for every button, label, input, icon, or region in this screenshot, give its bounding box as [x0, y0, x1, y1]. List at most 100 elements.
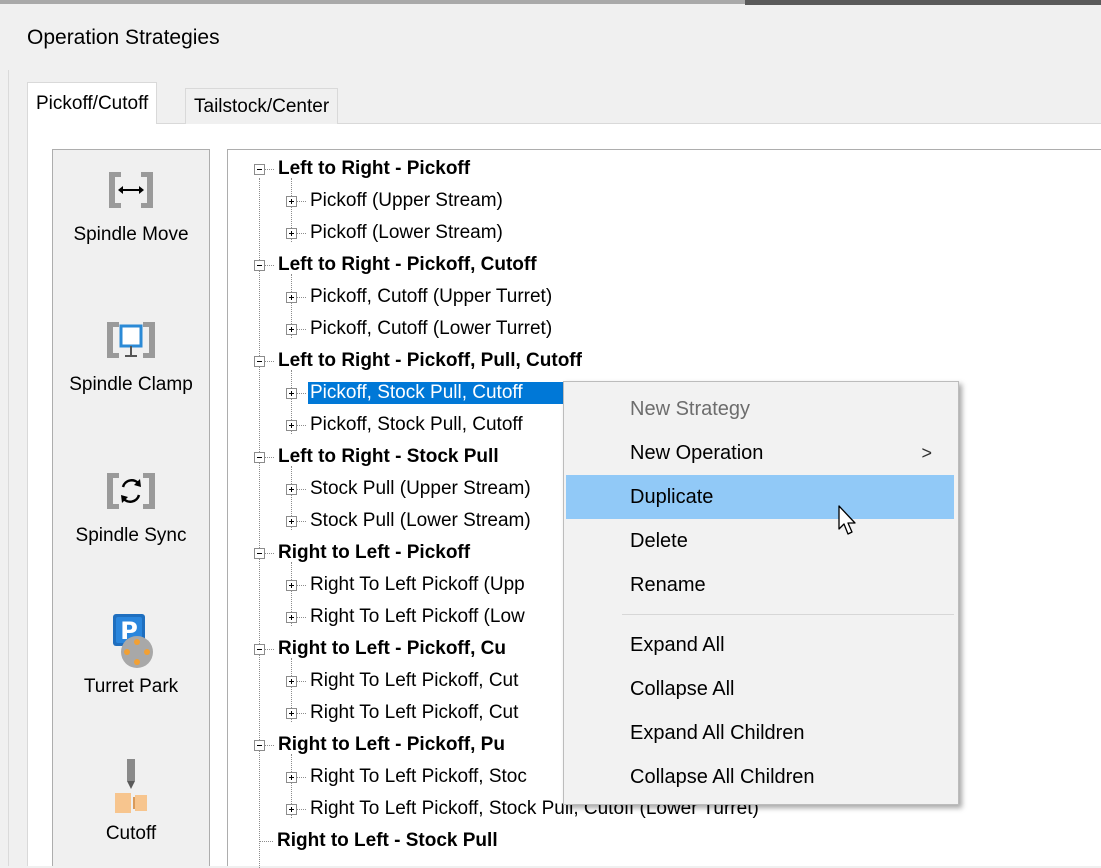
palette-label: Cutoff	[105, 823, 157, 844]
tab-tailstock-center[interactable]: Tailstock/Center	[185, 88, 339, 124]
chevron-right-icon: >	[921, 442, 932, 463]
collapse-icon[interactable]	[254, 451, 265, 463]
tree-child-label: Stock Pull (Lower Stream)	[310, 510, 531, 531]
expand-icon[interactable]	[286, 291, 297, 303]
palette-item-spindle-move[interactable]: Spindle Move	[53, 162, 209, 246]
menu-item-duplicate[interactable]: Duplicate	[566, 475, 954, 519]
collapse-icon[interactable]	[254, 643, 265, 655]
tree-child-node[interactable]: Right To Left Pickoff, Stoc	[286, 762, 529, 792]
tree-group-node[interactable]: Right to Left - Pickoff	[254, 538, 472, 568]
tree-child-label: Right To Left Pickoff (Upp	[310, 574, 525, 595]
palette-label: Turret Park	[83, 676, 179, 697]
expand-icon[interactable]	[286, 707, 297, 719]
menu-item-new-strategy[interactable]: New Strategy	[566, 387, 954, 431]
context-menu: New Strategy New Operation > Duplicate D…	[563, 381, 959, 805]
menu-item-label: Collapse All	[630, 677, 735, 700]
menu-item-label: Delete	[630, 529, 688, 552]
menu-item-collapse-all-children[interactable]: Collapse All Children	[566, 755, 954, 799]
tree-group-label: Right to Left - Pickoff, Cu	[278, 638, 506, 659]
tree-child-node[interactable]: Stock Pull (Lower Stream)	[286, 506, 533, 536]
menu-item-label: New Strategy	[630, 397, 751, 420]
tree-group-node[interactable]: Right to Left - Stock Pull	[259, 826, 500, 856]
tree-child-label: Right To Left Pickoff, Cut	[310, 702, 519, 723]
tree-group-node[interactable]: Left to Right - Pickoff, Cutoff	[254, 250, 539, 280]
expand-icon[interactable]	[286, 323, 297, 335]
tree-group-node[interactable]: Left to Right - Pickoff	[254, 154, 472, 184]
menu-item-collapse-all[interactable]: Collapse All	[566, 667, 954, 711]
tree-child-label: Pickoff (Upper Stream)	[310, 190, 503, 211]
tree-group-label: Left to Right - Stock Pull	[278, 446, 499, 467]
collapse-icon[interactable]	[254, 259, 265, 271]
tree-child-node[interactable]: Pickoff, Stock Pull, Cutoff	[286, 410, 525, 440]
menu-item-label: Rename	[630, 573, 706, 596]
window-top-edge-dark	[745, 0, 1101, 5]
collapse-icon[interactable]	[254, 355, 265, 367]
menu-item-new-operation[interactable]: New Operation >	[566, 431, 954, 475]
window-left-border	[8, 70, 9, 866]
cutoff-icon	[91, 757, 171, 821]
tree-group-node[interactable]: Left to Right - Stock Pull	[254, 442, 501, 472]
palette-label: Spindle Clamp	[69, 374, 193, 395]
menu-item-label: Expand All Children	[630, 721, 805, 744]
expand-icon[interactable]	[286, 195, 297, 207]
tree-group-node[interactable]: Right to Left - Pickoff, Pu	[254, 730, 507, 760]
expand-icon[interactable]	[286, 387, 297, 399]
tree-child-node[interactable]: Pickoff (Lower Stream)	[286, 218, 505, 248]
menu-item-label: Collapse All Children	[630, 765, 815, 788]
tree-child-node[interactable]: Right To Left Pickoff (Upp	[286, 570, 527, 600]
tree-child-node[interactable]: Right To Left Pickoff, Cut	[286, 666, 520, 696]
palette-label: Spindle Move	[73, 224, 189, 245]
tree-child-node[interactable]: Pickoff (Upper Stream)	[286, 186, 505, 216]
palette-item-spindle-clamp[interactable]: Spindle Clamp	[53, 312, 209, 396]
palette-item-turret-park[interactable]: P Turret Park	[53, 610, 209, 698]
tree-child-label: Pickoff, Cutoff (Upper Turret)	[310, 286, 553, 307]
palette-item-cutoff[interactable]: Cutoff	[53, 757, 209, 845]
palette-label: Spindle Sync	[75, 525, 187, 546]
tree-group-label: Left to Right - Pickoff	[278, 158, 471, 179]
tree-child-label: Pickoff, Cutoff (Lower Turret)	[310, 318, 553, 339]
menu-item-expand-all-children[interactable]: Expand All Children	[566, 711, 954, 755]
expand-icon[interactable]	[286, 611, 297, 623]
tree-group-label: Right to Left - Stock Pull	[277, 830, 498, 851]
menu-item-rename[interactable]: Rename	[566, 563, 954, 607]
collapse-icon[interactable]	[254, 547, 265, 559]
tree-group-node[interactable]: Left to Right - Pickoff, Pull, Cutoff	[254, 346, 584, 376]
tree-child-node[interactable]: Stock Pull (Upper Stream)	[286, 474, 533, 504]
tree-group-label: Left to Right - Pickoff, Pull, Cutoff	[278, 350, 582, 371]
expand-icon[interactable]	[286, 579, 297, 591]
tree-child-label: Right To Left Pickoff, Stoc	[310, 766, 527, 787]
tab-label: Pickoff/Cutoff	[36, 92, 149, 114]
spindle-clamp-icon	[91, 312, 171, 368]
tree-child-node[interactable]: Right To Left Pickoff, Cut	[286, 698, 520, 728]
palette-item-spindle-sync[interactable]: Spindle Sync	[53, 463, 209, 547]
expand-icon[interactable]	[286, 675, 297, 687]
tree-group-node[interactable]: Right to Left - Pickoff, Cu	[254, 634, 508, 664]
window-title: Operation Strategies	[27, 26, 220, 49]
tree-child-node[interactable]: Pickoff, Cutoff (Upper Turret)	[286, 282, 554, 312]
expand-icon[interactable]	[286, 803, 297, 815]
spindle-sync-icon	[91, 463, 171, 519]
tree-group-label: Left to Right - Pickoff, Cutoff	[278, 254, 537, 275]
menu-item-expand-all[interactable]: Expand All	[566, 623, 954, 667]
tree-root-line	[259, 178, 260, 868]
tree-child-label: Right To Left Pickoff, Cut	[310, 670, 519, 691]
tree-child-node[interactable]: Right To Left Pickoff (Low	[286, 602, 527, 632]
spindle-move-icon	[91, 162, 171, 218]
window-top-edge	[0, 0, 745, 4]
expand-icon[interactable]	[286, 515, 297, 527]
collapse-icon[interactable]	[254, 163, 265, 175]
turret-park-icon: P	[91, 610, 171, 674]
operation-palette: Spindle Move Spindle Clamp Spindle Sync …	[52, 149, 210, 866]
collapse-icon[interactable]	[254, 739, 265, 751]
menu-separator	[622, 614, 954, 615]
expand-icon[interactable]	[286, 227, 297, 239]
expand-icon[interactable]	[286, 419, 297, 431]
expand-icon[interactable]	[286, 483, 297, 495]
tab-label: Tailstock/Center	[194, 95, 330, 117]
tree-child-node[interactable]: Pickoff, Cutoff (Lower Turret)	[286, 314, 554, 344]
expand-icon[interactable]	[286, 771, 297, 783]
menu-item-label: Duplicate	[630, 485, 714, 508]
tree-group-label: Right to Left - Pickoff, Pu	[278, 734, 505, 755]
tab-pickoff-cutoff[interactable]: Pickoff/Cutoff	[27, 82, 158, 124]
menu-item-delete[interactable]: Delete	[566, 519, 954, 563]
